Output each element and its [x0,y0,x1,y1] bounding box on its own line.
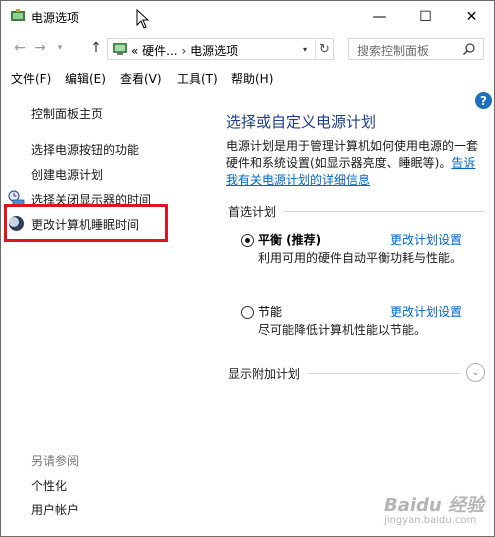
menu-view[interactable]: 查看(V) [120,70,162,87]
title-bar: 电源选项 — ☐ ✕ [1,1,494,32]
page-title: 选择或自定义电源计划 [226,113,377,131]
watermark-brand: Baidu 经验 [384,495,485,516]
breadcrumb-overflow[interactable]: « [131,44,138,58]
personalization-link[interactable]: 个性化 [31,477,67,494]
power-options-icon [11,9,25,21]
page-description: 电源计划是用于管理计算机如何使用电源的一套硬件和系统设置(如显示器亮度、睡眠等)… [226,138,486,189]
user-accounts-link[interactable]: 用户帐户 [31,501,79,518]
minimize-button[interactable]: — [357,1,402,32]
power-saver-plan-radio[interactable] [241,306,254,319]
search-input[interactable]: 搜索控制面板 [348,38,484,60]
highlight-box [4,204,168,242]
see-also-header: 另请参阅 [31,454,80,468]
menu-edit[interactable]: 编辑(E) [65,70,106,87]
search-placeholder: 搜索控制面板 [357,44,430,58]
menu-file[interactable]: 文件(F) [11,70,51,87]
search-icon[interactable] [462,42,476,56]
show-additional-plans-header[interactable]: 显示附加计划 [228,365,300,382]
description-text: 电源计划是用于管理计算机如何使用电源的一套硬件和系统设置(如显示器亮度、睡眠等)… [226,139,479,170]
menu-tools[interactable]: 工具(T) [177,70,218,87]
control-panel-home-link[interactable]: 控制面板主页 [31,105,103,122]
section-divider [283,211,485,212]
balanced-change-settings-link[interactable]: 更改计划设置 [390,231,462,248]
power-saver-plan-description: 尽可能降低计算机性能以节能。 [258,323,427,337]
control-panel-icon [113,43,127,55]
close-button[interactable]: ✕ [449,1,494,32]
power-saver-change-settings-link[interactable]: 更改计划设置 [390,303,462,320]
baidu-watermark: Baidu 经验 jingyan.baidu.com [366,489,491,534]
balanced-plan-radio[interactable] [241,234,254,247]
navigation-bar: ← → ▾ ↑ « 硬件... › 电源选项 ▾ ↻ 搜索控制面板 [1,34,494,62]
back-button[interactable]: ← [11,38,29,58]
balanced-plan-description: 利用可用的硬件自动平衡功耗与性能。 [258,251,463,265]
address-dropdown-button[interactable]: ▾ [298,41,312,57]
create-power-plan-link[interactable]: 创建电源计划 [31,166,103,183]
menu-bar: 文件(F) 编辑(E) 查看(V) 工具(T) 帮助(H) [1,67,494,89]
watermark-url: jingyan.baidu.com [384,515,477,526]
preferred-plans-header: 首选计划 [228,205,277,219]
help-icon[interactable]: ? [475,92,492,109]
forward-button[interactable]: → [31,38,49,58]
breadcrumb-hardware[interactable]: 硬件... [142,44,177,58]
refresh-button[interactable]: ↻ [315,39,333,59]
menu-help[interactable]: 帮助(H) [231,70,273,87]
mouse-cursor-icon [136,9,150,29]
window-title: 电源选项 [31,11,80,25]
control-panel-window: 电源选项 — ☐ ✕ ← → ▾ ↑ « 硬件... › 电源选项 ▾ ↻ 搜索… [0,0,495,537]
choose-power-button-link[interactable]: 选择电源按钮的功能 [31,141,139,158]
breadcrumb-power-options[interactable]: 电源选项 [190,44,238,58]
maximize-button[interactable]: ☐ [403,1,448,32]
up-button[interactable]: ↑ [87,38,105,58]
expand-chevron-icon[interactable]: ⌄ [466,363,485,382]
section-divider [307,373,461,374]
breadcrumb: « 硬件... › 电源选项 [131,42,238,59]
breadcrumb-separator[interactable]: › [181,44,186,58]
recent-locations-button[interactable]: ▾ [51,38,69,58]
power-saver-plan-name[interactable]: 节能 [258,303,282,320]
address-bar[interactable]: « 硬件... › 电源选项 ▾ ↻ [107,38,334,60]
balanced-plan-name[interactable]: 平衡 (推荐) [258,231,321,248]
